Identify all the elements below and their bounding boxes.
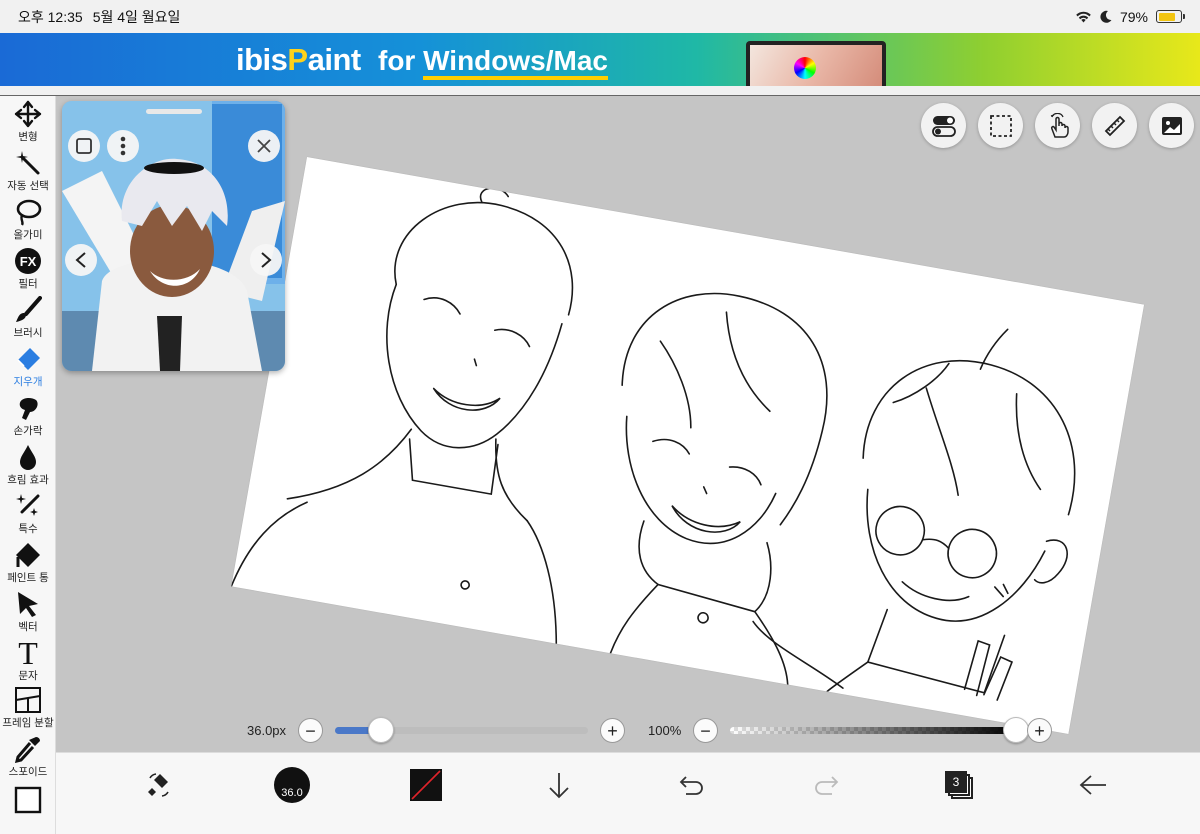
brush-size-value: 36.0px xyxy=(247,723,287,738)
reference-close-button[interactable] xyxy=(248,130,280,162)
square-icon xyxy=(76,138,92,154)
bottom-toolbar: 36.0 3 xyxy=(56,752,1200,834)
ibispaint-logo: ibisPaint xyxy=(236,42,361,77)
blur-drop-icon xyxy=(20,445,36,470)
line-art-sketch xyxy=(231,187,1076,701)
reference-window[interactable] xyxy=(62,101,285,371)
left-tool-panel: 변형 자동 선택 올가미 FX 필터 브러시 지우개 손가락 흐림 효과 특수 … xyxy=(0,96,56,834)
tool-smudge[interactable]: 손가락 xyxy=(0,394,56,438)
canvas-frame-icon xyxy=(14,786,42,814)
magic-wand-icon xyxy=(16,151,40,175)
opacity-knob[interactable] xyxy=(1003,717,1029,743)
swap-brush-eraser-icon xyxy=(148,773,169,797)
wifi-icon xyxy=(1076,11,1091,23)
paint-bucket-icon xyxy=(16,543,40,567)
download-button[interactable] xyxy=(539,765,579,805)
tool-paint-bucket[interactable]: 페인트 통 xyxy=(0,541,56,585)
brush-size-badge: 36.0 xyxy=(281,787,303,799)
settings-toggle-button[interactable] xyxy=(921,103,966,148)
lasso-icon xyxy=(16,199,42,226)
close-icon xyxy=(257,139,271,153)
tool-magic-wand[interactable]: 자동 선택 xyxy=(0,149,56,193)
chevron-right-icon xyxy=(261,252,272,268)
dashed-selection-icon xyxy=(989,114,1012,137)
back-button[interactable] xyxy=(1073,765,1113,805)
brush-icon xyxy=(16,296,42,322)
status-time: 오후 12:35 xyxy=(18,8,83,25)
brush-size-minus-button[interactable]: − xyxy=(298,718,323,743)
promo-banner[interactable]: ibisPaint for Windows/Mac xyxy=(0,33,1200,86)
eyedropper-icon xyxy=(14,737,40,763)
svg-text:T: T xyxy=(18,637,38,667)
brush-size-preview-button[interactable]: 36.0 xyxy=(272,765,312,805)
banner-divider xyxy=(0,86,1200,96)
tool-special[interactable]: 특수 xyxy=(0,492,56,536)
text-icon: T xyxy=(18,637,38,667)
banner-tagline: for Windows/Mac xyxy=(378,45,608,80)
tool-frame-divider[interactable]: 프레임 분할 xyxy=(0,686,56,730)
brush-sliders: 36.0px − + 100% − + xyxy=(56,712,1200,752)
image-icon xyxy=(1161,116,1182,135)
tool-transform[interactable]: 변형 xyxy=(0,100,56,144)
svg-text:FX: FX xyxy=(20,254,37,269)
brush-size-knob[interactable] xyxy=(367,717,394,743)
smudge-finger-icon xyxy=(19,398,38,420)
reference-next-button[interactable] xyxy=(250,244,282,276)
opacity-track[interactable] xyxy=(730,727,1016,734)
redo-button[interactable] xyxy=(806,765,846,805)
ruler-icon xyxy=(1104,115,1125,136)
swap-tool-button[interactable] xyxy=(139,765,179,805)
ruler-button[interactable] xyxy=(1092,103,1137,148)
vector-cursor-icon xyxy=(18,592,38,617)
fx-icon: FX xyxy=(15,248,41,274)
brush-size-plus-button[interactable]: + xyxy=(600,718,625,743)
color-swatch-icon xyxy=(410,769,442,801)
layers-count: 3 xyxy=(945,771,967,793)
layers-icon: 3 xyxy=(945,771,973,799)
opacity-minus-button[interactable]: − xyxy=(693,718,718,743)
banner-laptop-image xyxy=(746,41,886,86)
tool-filter[interactable]: FX 필터 xyxy=(0,247,56,291)
opacity-plus-button[interactable]: + xyxy=(1027,718,1052,743)
frame-divider-icon xyxy=(15,687,41,713)
status-date: 5월 4일 월요일 xyxy=(92,8,181,25)
more-vertical-icon xyxy=(120,136,126,156)
chevron-left-icon xyxy=(75,252,86,268)
reference-mode-button[interactable] xyxy=(68,130,100,162)
tool-brush[interactable]: 브러시 xyxy=(0,296,56,340)
tool-blur[interactable]: 흐림 효과 xyxy=(0,443,56,487)
undo-icon xyxy=(679,776,703,795)
status-bar: 오후 12:35 5월 4일 월요일 79% xyxy=(0,0,1200,33)
battery-icon xyxy=(1156,10,1185,23)
redo-icon xyxy=(815,776,839,795)
reference-drag-handle[interactable] xyxy=(146,109,202,114)
move-arrows-icon xyxy=(14,100,42,128)
moon-icon xyxy=(1100,10,1112,23)
arrow-left-icon xyxy=(1079,775,1106,795)
special-sparkle-icon xyxy=(16,494,40,516)
tool-text[interactable]: T 문자 xyxy=(0,637,56,683)
eraser-icon xyxy=(17,348,40,370)
toggle-switch-icon xyxy=(931,115,956,137)
arrow-down-icon xyxy=(549,773,569,799)
color-picker-button[interactable] xyxy=(406,765,446,805)
selection-button[interactable] xyxy=(978,103,1023,148)
touch-gesture-button[interactable] xyxy=(1035,103,1080,148)
brush-size-circle: 36.0 xyxy=(274,767,310,803)
hand-touch-icon xyxy=(1050,112,1069,138)
opacity-value: 100% xyxy=(648,723,682,738)
battery-percent: 79% xyxy=(1119,8,1148,25)
reference-prev-button[interactable] xyxy=(65,244,97,276)
battery-fill xyxy=(1158,12,1176,21)
tool-vector[interactable]: 벡터 xyxy=(0,590,56,634)
tool-canvas[interactable] xyxy=(0,786,56,814)
reference-menu-button[interactable] xyxy=(107,130,139,162)
tool-eyedropper[interactable]: 스포이드 xyxy=(0,735,56,779)
undo-button[interactable] xyxy=(672,765,712,805)
layers-button[interactable]: 3 xyxy=(939,765,979,805)
tool-eraser[interactable]: 지우개 xyxy=(0,345,56,389)
drawing-canvas[interactable] xyxy=(231,157,1145,734)
reference-image-button[interactable] xyxy=(1149,103,1194,148)
tool-lasso[interactable]: 올가미 xyxy=(0,198,56,242)
